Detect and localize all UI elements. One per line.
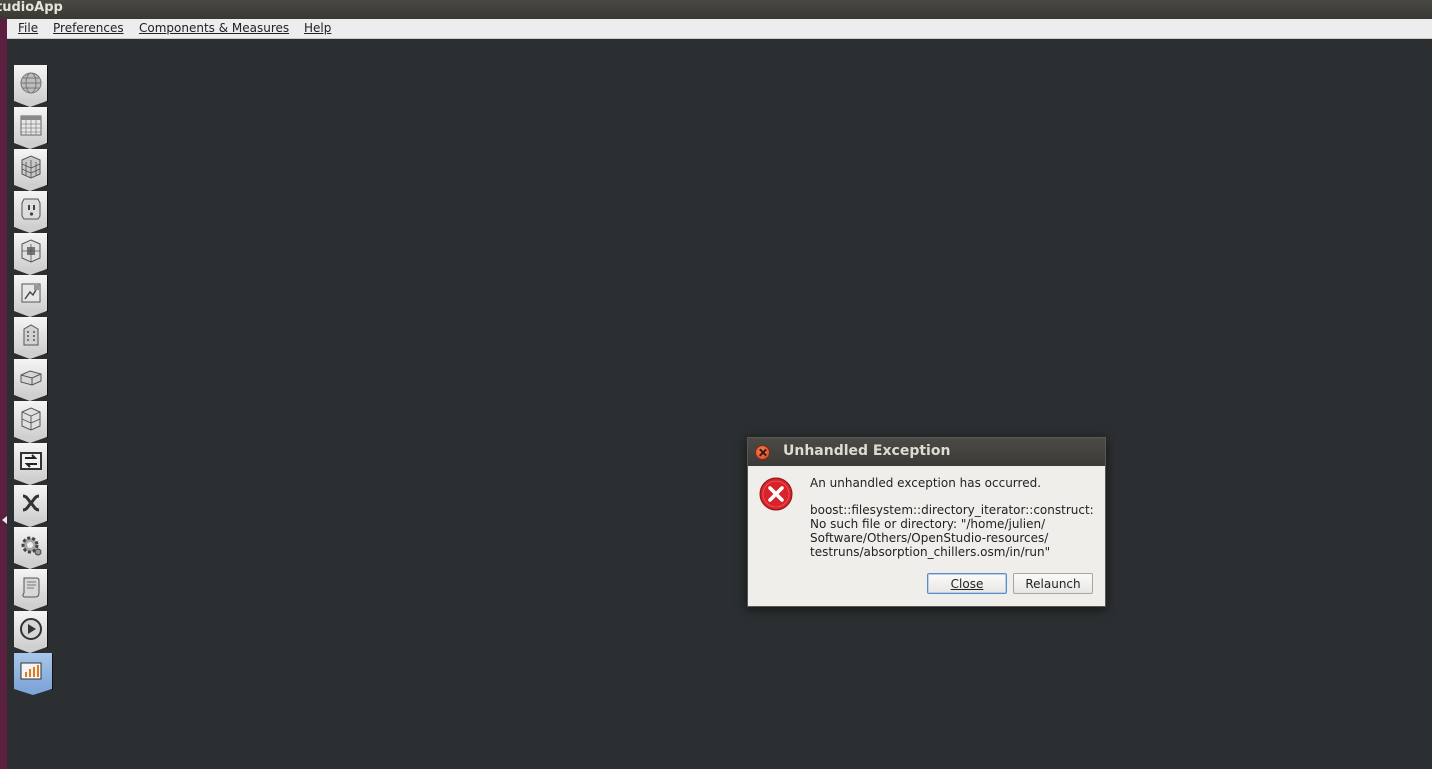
tab-run[interactable] [14, 611, 47, 653]
relaunch-button-label: Relaunch [1025, 576, 1081, 591]
run-icon [20, 618, 42, 640]
error-icon [759, 477, 793, 511]
window-title: tudioApp [0, 0, 63, 15]
outlet-icon [21, 198, 41, 220]
tab-geometry[interactable] [14, 275, 47, 317]
menu-help[interactable]: Help [304, 21, 331, 36]
results-chart-icon [20, 662, 42, 680]
tab-measures[interactable] [14, 527, 47, 569]
menu-file[interactable]: File [18, 21, 38, 36]
exception-dialog: Unhandled Exception An unhandled excepti… [747, 437, 1106, 607]
scripts-icon [22, 577, 40, 598]
menu-components-measures[interactable]: Components & Measures [139, 21, 289, 36]
dialog-message: An unhandled exception has occurred. [810, 476, 1042, 490]
dialog-close-icon[interactable] [755, 445, 770, 460]
tab-site[interactable] [14, 65, 47, 107]
tab-scripts[interactable] [14, 569, 47, 611]
launcher-strip [0, 19, 7, 769]
tab-variables[interactable] [14, 485, 47, 527]
window-titlebar: tudioApp [0, 0, 1432, 19]
dialog-details: boost::filesystem::directory_iterator::c… [810, 503, 1094, 559]
close-button[interactable]: Close [927, 573, 1007, 594]
globe-icon [20, 72, 42, 94]
spaces-icon [20, 370, 42, 386]
relaunch-button[interactable]: Relaunch [1013, 573, 1093, 594]
calendar-icon [20, 115, 42, 136]
tab-space-types[interactable] [14, 233, 47, 275]
menubar: File Preferences Components & Measures H… [7, 19, 1432, 39]
building-icon [23, 324, 39, 346]
space-types-icon [21, 239, 41, 263]
tab-facility[interactable] [14, 317, 47, 359]
close-button-label: Close [950, 576, 984, 591]
thermal-zones-icon [21, 407, 41, 431]
dialog-title: Unhandled Exception [783, 443, 951, 459]
dialog-titlebar: Unhandled Exception [748, 438, 1105, 466]
tab-loads[interactable] [14, 191, 47, 233]
main-area [7, 39, 1432, 769]
hvac-icon [20, 452, 42, 470]
facility-icon [21, 283, 41, 303]
tab-spaces[interactable] [14, 359, 47, 401]
tab-schedules[interactable] [14, 107, 47, 149]
variables-icon [22, 494, 40, 512]
bricks-icon [21, 155, 41, 179]
menu-preferences[interactable]: Preferences [53, 21, 124, 36]
tab-results[interactable] [14, 653, 52, 695]
tab-hvac[interactable] [14, 443, 47, 485]
tab-constructions[interactable] [14, 149, 47, 191]
tab-thermal-zones[interactable] [14, 401, 47, 443]
settings-gear-icon [21, 536, 42, 556]
